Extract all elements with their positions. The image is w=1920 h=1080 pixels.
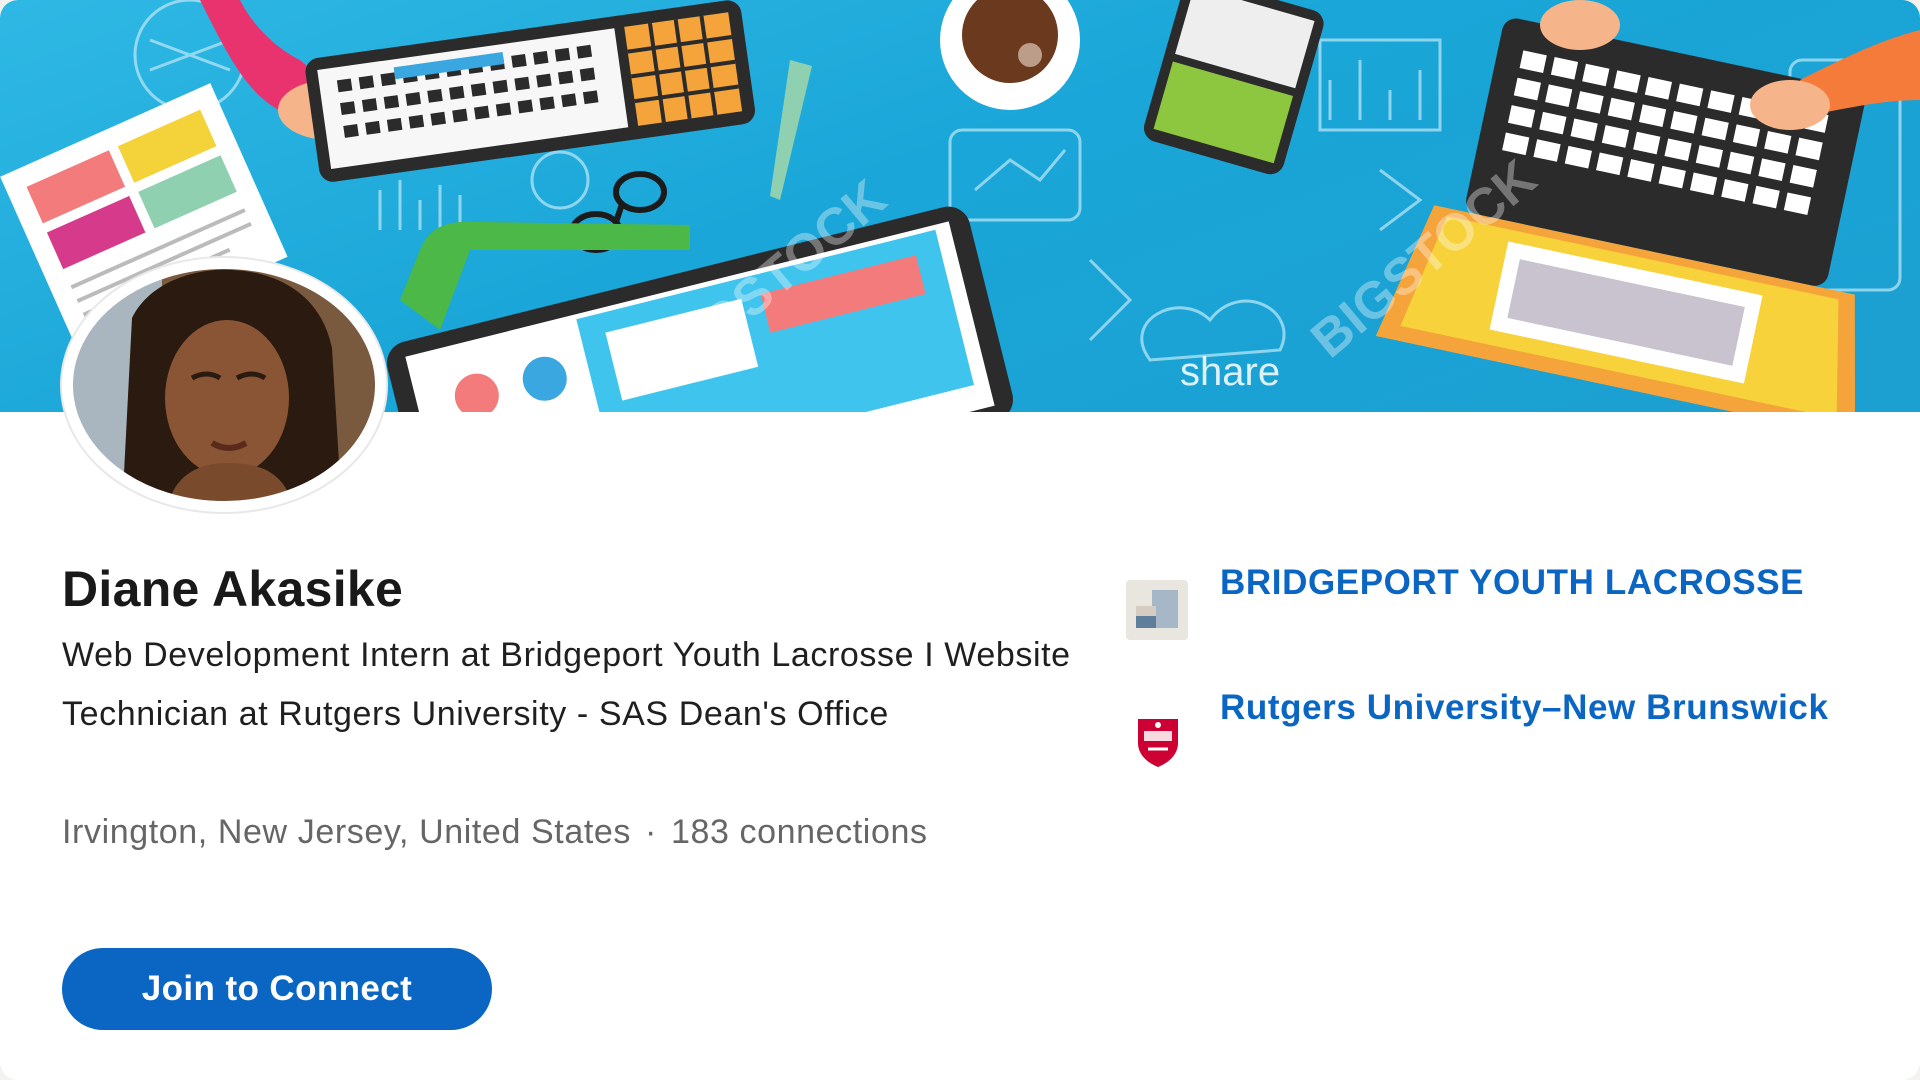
profile-photo	[67, 263, 381, 507]
join-to-connect-button[interactable]: Join to Connect	[62, 948, 492, 1030]
meta-separator: ·	[645, 813, 657, 851]
profile-name: Diane Akasike	[62, 561, 404, 617]
doodle-text: share	[1180, 350, 1280, 394]
rutgers-shield-icon	[1138, 719, 1178, 767]
org-link-bridgeport[interactable]: BRIDGEPORT YOUTH LACROSSE	[1220, 558, 1840, 608]
connections-count: 183 connections	[670, 813, 928, 851]
avatar[interactable]	[62, 258, 386, 512]
company-logo-icon	[1126, 580, 1188, 640]
location-text: Irvington, New Jersey, United States	[62, 813, 631, 851]
profile-headline: Web Development Intern at Bridgeport You…	[62, 636, 1071, 733]
profile-meta: Irvington, New Jersey, United States · 183…	[62, 803, 962, 861]
org-link-rutgers[interactable]: Rutgers University–New Brunswick	[1220, 683, 1840, 733]
profile-card: BIGSTOCK BIGSTOCK share Diane Akasike We…	[0, 0, 1920, 1080]
